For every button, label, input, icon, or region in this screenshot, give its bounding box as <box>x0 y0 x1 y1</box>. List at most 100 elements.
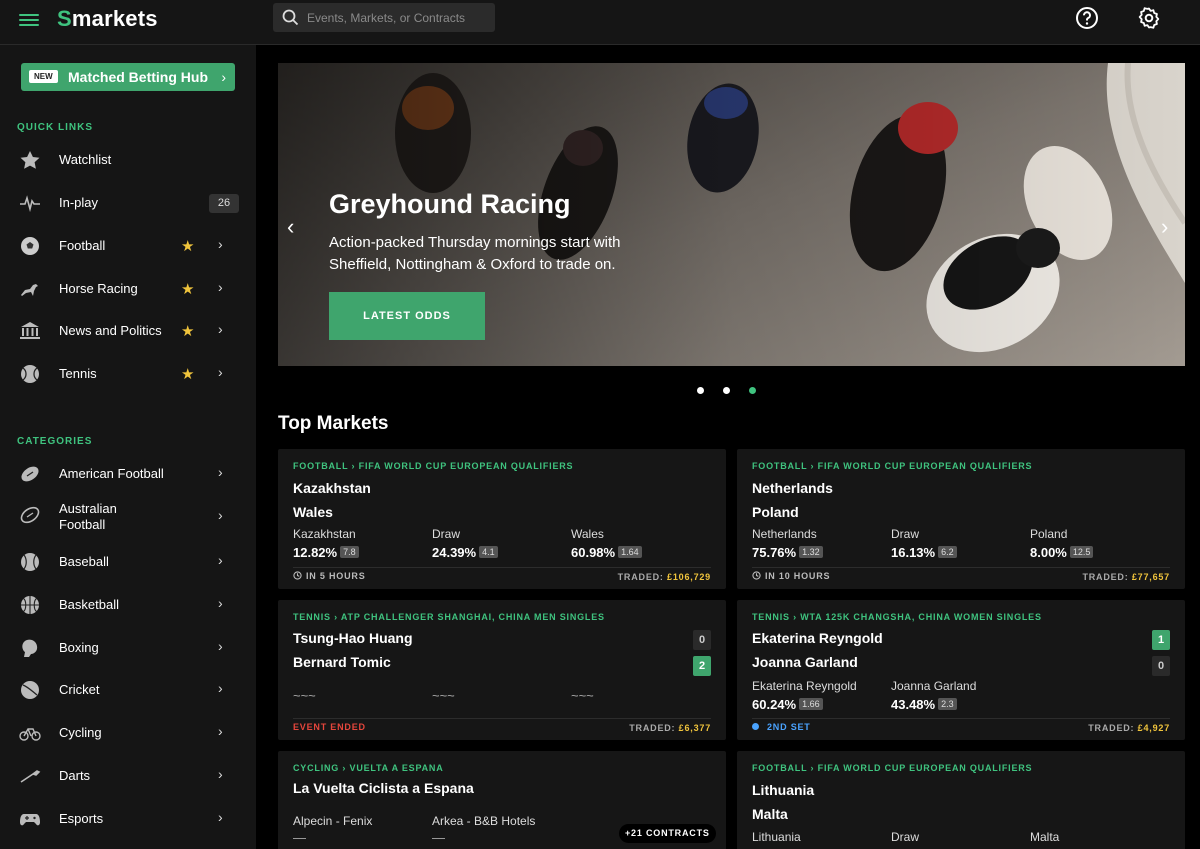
basketball-icon <box>21 596 39 614</box>
odds-badge: 2.3 <box>938 698 957 710</box>
sidebar-item-label: Baseball <box>59 554 109 569</box>
market-card[interactable]: FOOTBALL › FIFA WORLD CUP EUROPEAN QUALI… <box>737 449 1185 589</box>
crumb-competition[interactable]: FIFA WORLD CUP EUROPEAN QUALIFIERS <box>818 763 1033 773</box>
carousel-dot-active[interactable] <box>749 387 756 394</box>
sidebar-item-in-play[interactable]: In-play 26 <box>0 185 256 221</box>
crumb-competition[interactable]: VUELTA A ESPANA <box>350 763 444 773</box>
market-card[interactable]: CYCLING › VUELTA A ESPANA La Vuelta Cicl… <box>278 751 726 849</box>
team-name: Ekaterina Reyngold <box>752 630 883 646</box>
outcome[interactable]: ~~~ <box>571 686 594 703</box>
outcome[interactable]: Draw <box>891 830 919 844</box>
traded-volume: TRADED: £4,927 <box>1088 723 1170 733</box>
sidebar-item-label: Basketball <box>59 597 119 612</box>
status-text: IN 5 HOURS <box>306 571 366 581</box>
crumb-sport[interactable]: TENNIS <box>293 612 331 622</box>
outcome[interactable]: Lithuania <box>752 830 801 844</box>
outcome[interactable]: ~~~ <box>293 686 316 703</box>
outcome[interactable]: Alpecin - Fenix — <box>293 814 372 845</box>
smarkets-logo[interactable]: Smarkets <box>57 6 158 32</box>
sidebar-item-esports[interactable]: Esports › <box>0 801 256 837</box>
search-box[interactable] <box>273 3 495 32</box>
team-name: Poland <box>752 504 799 520</box>
chevron-right-icon: › <box>218 680 223 696</box>
team-name: Bernard Tomic <box>293 654 391 670</box>
sidebar-item-cricket[interactable]: Cricket › <box>0 672 256 708</box>
in-play-count-badge: 26 <box>209 194 239 213</box>
outcome[interactable]: Wales 60.98% 1.64 <box>571 527 642 560</box>
sidebar-item-label: Boxing <box>59 640 99 655</box>
search-input[interactable] <box>307 3 487 32</box>
breadcrumb: FOOTBALL › FIFA WORLD CUP EUROPEAN QUALI… <box>293 461 574 471</box>
menu-icon[interactable] <box>19 11 39 27</box>
crumb-sport[interactable]: FOOTBALL <box>752 461 807 471</box>
sidebar-item-basketball[interactable]: Basketball › <box>0 587 256 623</box>
market-card[interactable]: TENNIS › ATP CHALLENGER SHANGHAI, CHINA … <box>278 600 726 740</box>
outcome[interactable]: Joanna Garland 43.48% 2.3 <box>891 679 976 712</box>
market-card[interactable]: FOOTBALL › FIFA WORLD CUP EUROPEAN QUALI… <box>278 449 726 589</box>
sidebar-item-watchlist[interactable]: Watchlist <box>0 142 256 178</box>
market-card[interactable]: FOOTBALL › FIFA WORLD CUP EUROPEAN QUALI… <box>737 751 1185 849</box>
hero-banner[interactable]: Greyhound Racing Action-packed Thursday … <box>278 63 1185 366</box>
live-dot-icon <box>752 723 759 730</box>
clock-icon <box>293 571 302 580</box>
bicycle-icon <box>19 728 41 741</box>
chevron-right-icon[interactable]: › <box>1161 214 1168 240</box>
more-contracts-badge[interactable]: +21 CONTRACTS <box>619 824 716 843</box>
crumb-sport[interactable]: FOOTBALL <box>293 461 348 471</box>
american-football-icon <box>21 466 39 482</box>
gear-icon[interactable] <box>1137 6 1161 30</box>
team-name: Malta <box>752 806 788 822</box>
outcome[interactable]: ~~~ <box>432 686 455 703</box>
outcome[interactable]: Netherlands 75.76% 1.32 <box>752 527 823 560</box>
crumb-competition[interactable]: WTA 125K CHANGSHA, CHINA WOMEN SINGLES <box>800 612 1042 622</box>
gamepad-icon <box>20 814 40 826</box>
crumb-competition[interactable]: FIFA WORLD CUP EUROPEAN QUALIFIERS <box>359 461 574 471</box>
traded-label: TRADED: <box>1082 572 1129 582</box>
crumb-competition[interactable]: ATP CHALLENGER SHANGHAI, CHINA MEN SINGL… <box>341 612 605 622</box>
outcome[interactable]: Kazakhstan 12.82% 7.8 <box>293 527 359 560</box>
sidebar-item-american-football[interactable]: American Football › <box>0 456 256 492</box>
sidebar-item-baseball[interactable]: Baseball › <box>0 544 256 580</box>
crumb-sport[interactable]: CYCLING <box>293 763 339 773</box>
crumb-sport[interactable]: TENNIS <box>752 612 790 622</box>
price-placeholder: ~~~ <box>571 688 594 703</box>
outcome[interactable]: Draw 24.39% 4.1 <box>432 527 498 560</box>
logo-text: markets <box>71 6 158 31</box>
favourite-star-icon[interactable]: ★ <box>181 365 194 383</box>
sidebar-item-football[interactable]: Football ★ › <box>0 228 256 264</box>
event-status: 2ND SET <box>752 722 811 732</box>
sidebar-item-darts[interactable]: Darts › <box>0 758 256 794</box>
favourite-star-icon[interactable]: ★ <box>181 237 194 255</box>
sidebar-item-tennis[interactable]: Tennis ★ › <box>0 356 256 392</box>
sidebar-item-horse-racing[interactable]: Horse Racing ★ › <box>0 271 256 307</box>
favourite-star-icon[interactable]: ★ <box>181 280 194 298</box>
latest-odds-button[interactable]: LATEST ODDS <box>329 292 485 340</box>
favourite-star-icon[interactable]: ★ <box>181 322 194 340</box>
outcome-name: Arkea - B&B Hotels <box>432 814 536 828</box>
parliament-icon <box>20 322 40 339</box>
status-text: IN 10 HOURS <box>765 571 831 581</box>
outcome[interactable]: Poland 8.00% 12.5 <box>1030 527 1094 560</box>
outcome-probability: 12.82% <box>293 545 338 560</box>
outcome[interactable]: Ekaterina Reyngold 60.24% 1.66 <box>752 679 857 712</box>
chevron-left-icon[interactable]: ‹ <box>287 214 294 240</box>
outcome[interactable]: Arkea - B&B Hotels — <box>432 814 535 845</box>
crumb-competition[interactable]: FIFA WORLD CUP EUROPEAN QUALIFIERS <box>818 461 1033 471</box>
crumb-sport[interactable]: FOOTBALL <box>752 763 807 773</box>
matched-betting-hub-button[interactable]: NEW Matched Betting Hub › <box>21 63 235 91</box>
outcome[interactable]: Draw 16.13% 6.2 <box>891 527 957 560</box>
carousel-dot[interactable] <box>697 387 704 394</box>
score-badge: 0 <box>693 630 711 650</box>
help-icon[interactable] <box>1075 6 1099 30</box>
market-card[interactable]: TENNIS › WTA 125K CHANGSHA, CHINA WOMEN … <box>737 600 1185 740</box>
sidebar-item-label: Horse Racing <box>59 281 138 296</box>
sidebar-item-australian-football[interactable]: Australian Football › <box>0 500 256 536</box>
divider <box>293 567 711 568</box>
top-markets-title: Top Markets <box>278 413 389 434</box>
outcome[interactable]: Malta <box>1030 830 1059 844</box>
sidebar-item-news-and-politics[interactable]: News and Politics ★ › <box>0 313 256 349</box>
carousel-dot[interactable] <box>723 387 730 394</box>
team-name: Lithuania <box>752 782 815 798</box>
sidebar-item-cycling[interactable]: Cycling › <box>0 715 256 751</box>
sidebar-item-boxing[interactable]: Boxing › <box>0 630 256 666</box>
